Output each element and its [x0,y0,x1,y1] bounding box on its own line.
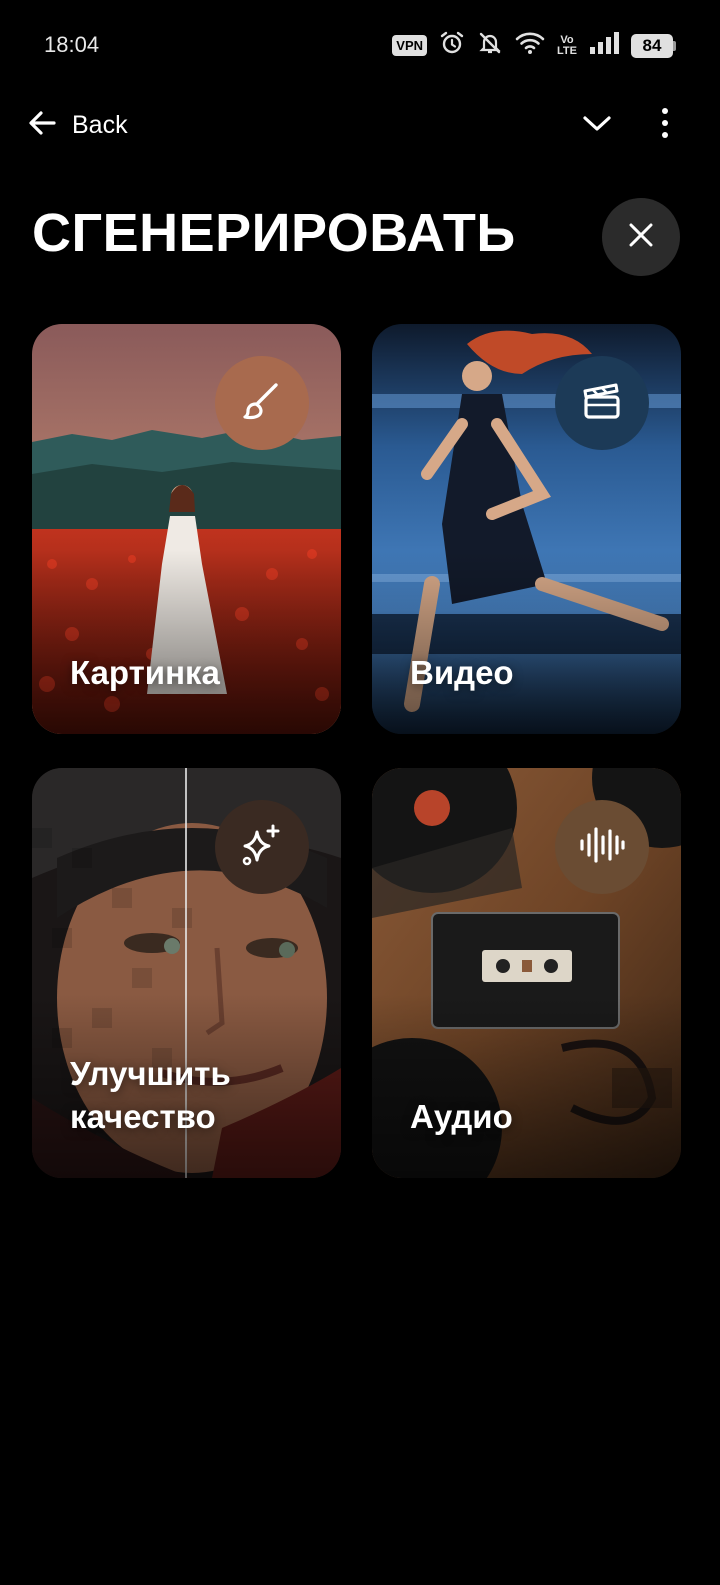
close-button[interactable] [602,198,680,276]
volte-top: Vo [560,33,574,46]
bell-muted-icon [477,30,503,61]
battery-icon: 84 [631,33,676,58]
card-audio-label: Аудио [410,1098,513,1135]
back-label: Back [72,110,128,139]
alarm-icon [439,30,465,61]
back-button[interactable]: Back [26,102,128,148]
card-upscale-badge [215,800,309,894]
card-upscale-label-line1: Улучшить [70,1055,231,1092]
status-bar: 18:04 VPN Vo LTE 84 [0,0,720,90]
card-image-badge [215,356,309,450]
card-audio-badge [555,800,649,894]
sparkles-icon [239,822,285,873]
arrow-left-icon [26,107,58,144]
card-upscale-label-line2: качество [70,1098,216,1135]
more-vertical-icon [659,107,671,144]
card-video-badge [555,356,649,450]
more-options-button[interactable] [642,102,688,148]
card-video-shade [372,549,681,734]
card-video-generation[interactable]: Видео [372,324,681,734]
card-video-label: Видео [410,654,514,691]
card-upscale[interactable]: Улучшить качество [32,768,341,1178]
battery-level: 84 [631,33,673,58]
card-upscale-label: Улучшить качество [70,1052,231,1138]
close-icon [628,222,654,253]
card-image-generation[interactable]: Картинка [32,324,341,734]
battery-tip [673,40,676,51]
app-bar: Back [0,92,720,158]
status-time: 18:04 [44,32,100,57]
status-icons: VPN Vo LTE 84 [392,30,676,61]
clapperboard-icon [580,379,624,428]
card-image-shade [32,549,341,734]
chevron-down-icon [581,107,613,144]
wifi-icon [515,31,545,60]
volte-icon: Vo LTE [557,33,577,57]
card-image-label: Картинка [70,654,220,691]
signal-icon [589,31,619,60]
page-title: СГЕНЕРИРОВАТЬ [32,203,516,263]
volte-bottom: LTE [557,44,577,57]
card-audio-shade [372,993,681,1178]
card-audio-generation[interactable]: Аудио [372,768,681,1178]
collapse-button[interactable] [574,102,620,148]
paintbrush-icon [240,379,284,428]
vpn-icon: VPN [392,35,428,56]
audio-waveform-icon [578,823,626,872]
